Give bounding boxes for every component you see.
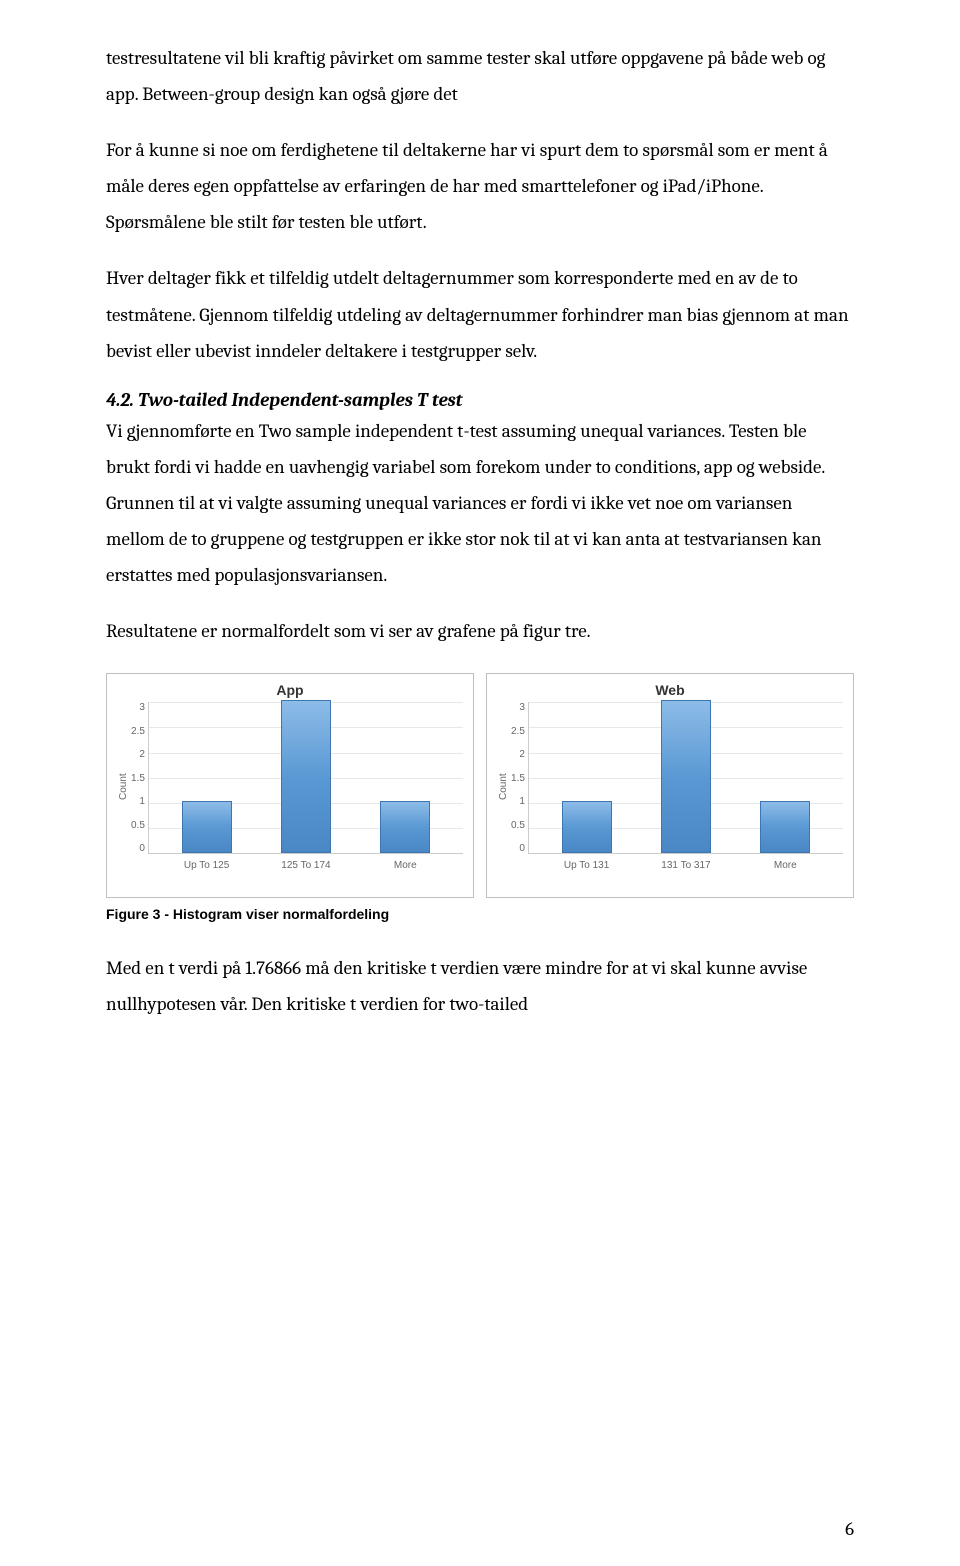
x-tick: 125 To 174: [276, 860, 336, 871]
y-tick: 2.5: [511, 726, 525, 737]
y-axis-label: Count: [117, 702, 130, 872]
y-axis-ticks: 3 2.5 2 1.5 1 0.5 0: [130, 702, 148, 872]
chart-title: Web: [497, 682, 843, 698]
y-tick: 0.5: [131, 820, 145, 831]
plot-area: Up To 131 131 To 317 More: [528, 702, 843, 854]
chart-title: App: [117, 682, 463, 698]
y-tick: 1: [511, 796, 525, 807]
y-tick: 1.5: [511, 773, 525, 784]
bar: [182, 801, 232, 853]
x-tick: Up To 131: [557, 860, 617, 871]
y-tick: 2: [131, 749, 145, 760]
section-heading: 4.2. Two-tailed Independent-samples T te…: [106, 389, 854, 411]
x-tick: More: [375, 860, 435, 871]
document-page: testresultatene vil bli kraftig påvirket…: [0, 0, 960, 1566]
page-number: 6: [845, 1518, 854, 1540]
chart-body: Count 3 2.5 2 1.5 1 0.5 0: [117, 702, 463, 872]
y-axis-label: Count: [497, 702, 510, 872]
body-paragraph: Vi gjennomførte en Two sample independen…: [106, 413, 854, 485]
y-tick: 1: [131, 796, 145, 807]
bar: [661, 700, 711, 853]
body-paragraph: Grunnen til at vi valgte assuming unequa…: [106, 485, 854, 593]
x-tick: 131 To 317: [656, 860, 716, 871]
bars-container: [529, 702, 843, 853]
chart-web: Web Count 3 2.5 2 1.5 1 0.5 0: [486, 673, 854, 898]
chart-app: App Count 3 2.5 2 1.5 1 0.5 0: [106, 673, 474, 898]
charts-row: App Count 3 2.5 2 1.5 1 0.5 0: [106, 673, 854, 898]
bar: [281, 700, 331, 853]
body-paragraph: testresultatene vil bli kraftig påvirket…: [106, 40, 854, 112]
x-tick: Up To 125: [177, 860, 237, 871]
bar: [760, 801, 810, 853]
body-paragraph: Med en t verdi på 1.76866 må den kritisk…: [106, 950, 854, 1022]
x-axis-ticks: Up To 131 131 To 317 More: [529, 860, 843, 871]
bar: [562, 801, 612, 853]
body-paragraph: Resultatene er normalfordelt som vi ser …: [106, 613, 854, 649]
chart-body: Count 3 2.5 2 1.5 1 0.5 0: [497, 702, 843, 872]
body-paragraph: Hver deltager fikk et tilfeldig utdelt d…: [106, 260, 854, 368]
body-paragraph: For å kunne si noe om ferdighetene til d…: [106, 132, 854, 240]
y-tick: 2.5: [131, 726, 145, 737]
y-tick: 1.5: [131, 773, 145, 784]
y-tick: 3: [131, 702, 145, 713]
y-tick: 0.5: [511, 820, 525, 831]
y-tick: 2: [511, 749, 525, 760]
x-tick: More: [755, 860, 815, 871]
y-tick: 0: [511, 843, 525, 854]
figure-caption: Figure 3 - Histogram viser normalfordeli…: [106, 906, 854, 922]
plot-area: Up To 125 125 To 174 More: [148, 702, 463, 854]
bar: [380, 801, 430, 853]
y-tick: 3: [511, 702, 525, 713]
y-axis-ticks: 3 2.5 2 1.5 1 0.5 0: [510, 702, 528, 872]
x-axis-ticks: Up To 125 125 To 174 More: [149, 860, 463, 871]
bars-container: [149, 702, 463, 853]
y-tick: 0: [131, 843, 145, 854]
